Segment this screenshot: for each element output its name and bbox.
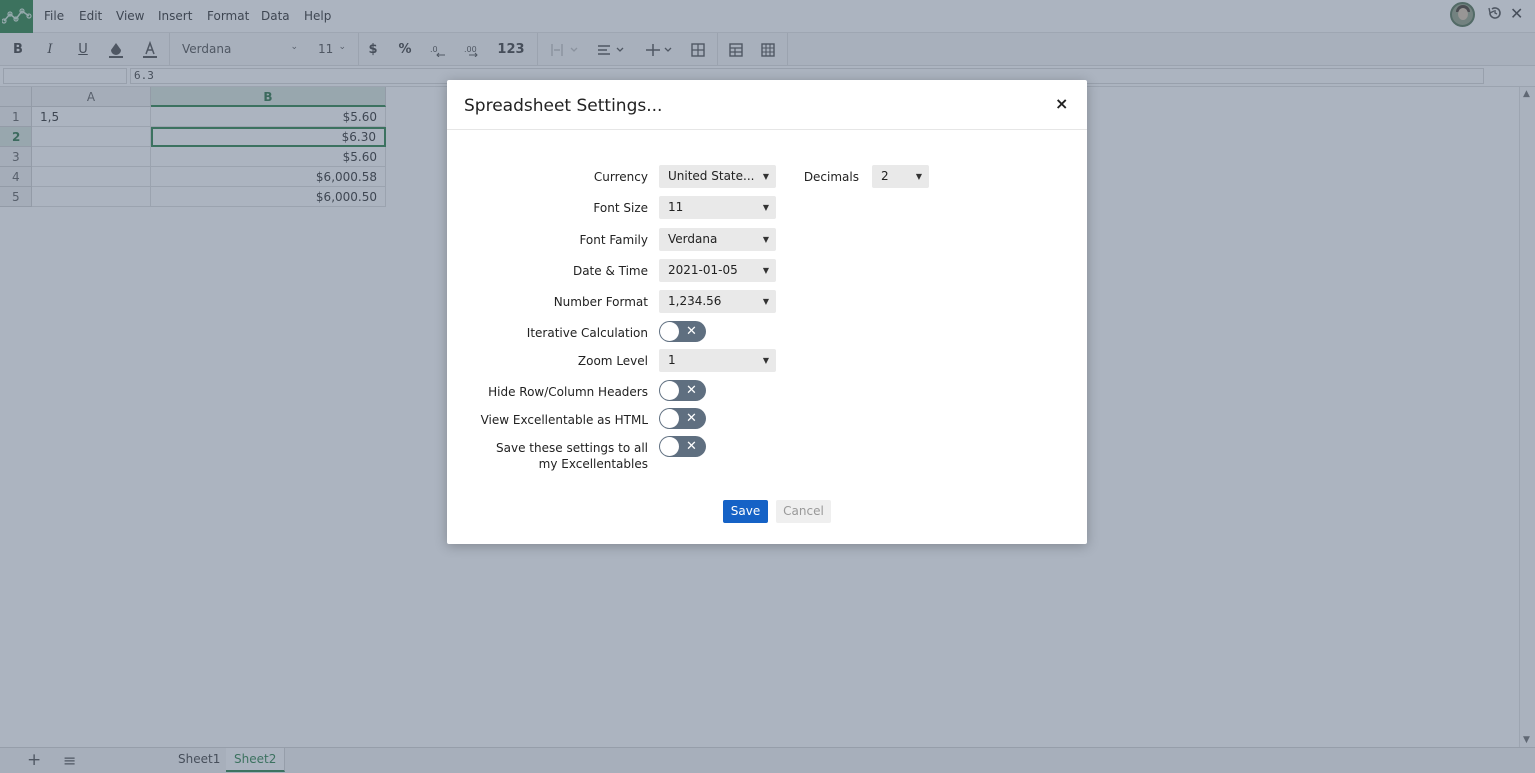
dialog-title: Spreadsheet Settings... — [464, 96, 663, 116]
font-family-select[interactable]: Verdana ▼ — [659, 228, 776, 251]
currency-label: Currency — [593, 170, 648, 184]
x-icon: ✕ — [686, 324, 697, 339]
hide-headers-label: Hide Row/Column Headers — [488, 385, 648, 399]
zoom-level-label: Zoom Level — [577, 354, 648, 368]
hide-headers-toggle[interactable]: ✕ — [659, 380, 706, 401]
font-size-label: Font Size — [593, 201, 648, 215]
zoom-level-select[interactable]: 1 ▼ — [659, 349, 776, 372]
x-icon: ✕ — [686, 383, 697, 398]
divider — [447, 129, 1087, 130]
date-time-select[interactable]: 2021-01-05 ▼ — [659, 259, 776, 282]
caret-down-icon: ▼ — [762, 266, 769, 275]
save-all-toggle[interactable]: ✕ — [659, 436, 706, 457]
view-html-toggle[interactable]: ✕ — [659, 408, 706, 429]
cancel-button[interactable]: Cancel — [776, 500, 831, 523]
number-format-label: Number Format — [553, 295, 648, 309]
number-format-select[interactable]: 1,234.56 ▼ — [659, 290, 776, 313]
save-all-label-line1: Save these settings to all — [496, 441, 648, 455]
font-family-label: Font Family — [579, 233, 648, 247]
view-html-label: View Excellentable as HTML — [480, 413, 648, 427]
font-size-select[interactable]: 11 ▼ — [659, 196, 776, 219]
date-time-label: Date & Time — [572, 264, 648, 278]
caret-down-icon: ▼ — [762, 235, 769, 244]
x-icon: ✕ — [686, 411, 697, 426]
caret-down-icon: ▼ — [762, 297, 769, 306]
settings-dialog: Spreadsheet Settings... × Currency Unite… — [447, 80, 1087, 544]
iterative-calculation-label: Iterative Calculation — [526, 326, 648, 340]
save-all-label-line2: my Excellentables — [538, 457, 648, 471]
caret-down-icon: ▼ — [915, 172, 922, 181]
close-icon[interactable]: × — [1055, 94, 1068, 113]
decimals-label: Decimals — [803, 170, 859, 184]
save-button[interactable]: Save — [723, 500, 768, 523]
iterative-calculation-toggle[interactable]: ✕ — [659, 321, 706, 342]
caret-down-icon: ▼ — [762, 203, 769, 212]
x-icon: ✕ — [686, 439, 697, 454]
decimals-select[interactable]: 2 ▼ — [872, 165, 929, 188]
caret-down-icon: ▼ — [762, 356, 769, 365]
